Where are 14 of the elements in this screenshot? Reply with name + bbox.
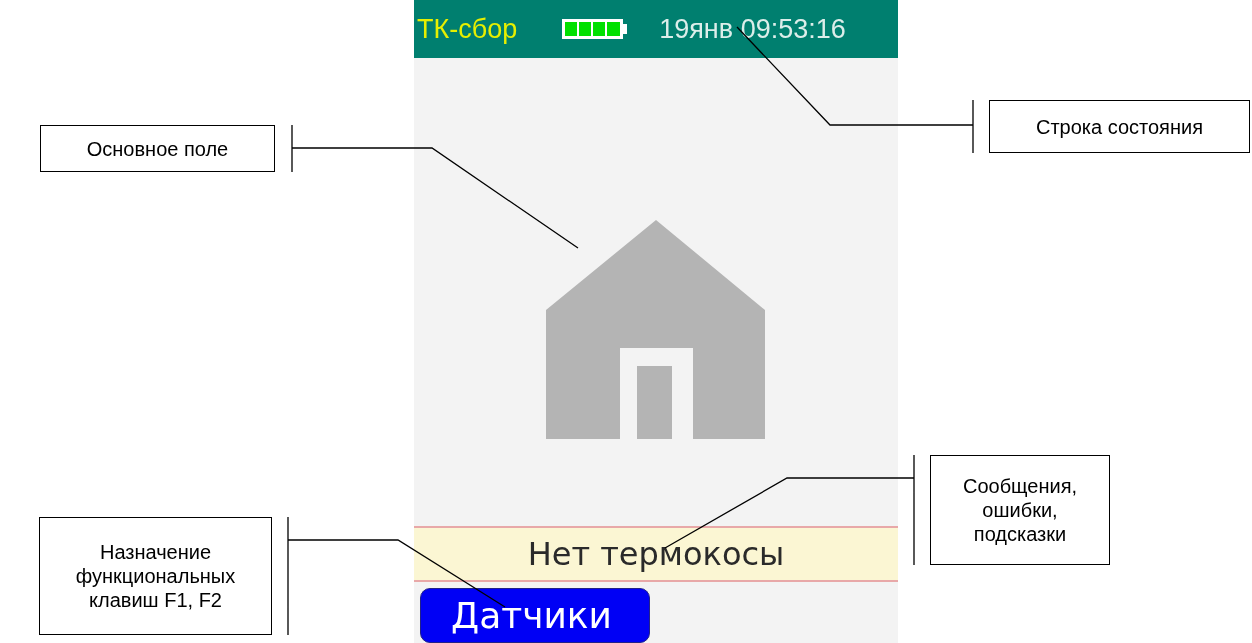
callout-text: Основное поле [86, 136, 229, 161]
house-icon [546, 220, 766, 439]
callout-text: клавиш F1, F2 [89, 588, 222, 612]
date-time: 19янв 09:53:16 [659, 12, 846, 46]
callout-text: функциональных [75, 564, 236, 588]
callout-text: подсказки [973, 522, 1067, 546]
message-text: Нет термокосы [527, 534, 785, 575]
softkey-button[interactable]: Датчики [420, 588, 650, 643]
callout-text: ошибки, [982, 498, 1058, 522]
callout-text: Сообщения, [962, 474, 1078, 498]
callout-text: Строка состояния [1036, 114, 1203, 139]
battery-icon [561, 18, 629, 40]
callout-text: Назначение [99, 540, 212, 564]
app-name: ТК-сбор [417, 12, 518, 46]
